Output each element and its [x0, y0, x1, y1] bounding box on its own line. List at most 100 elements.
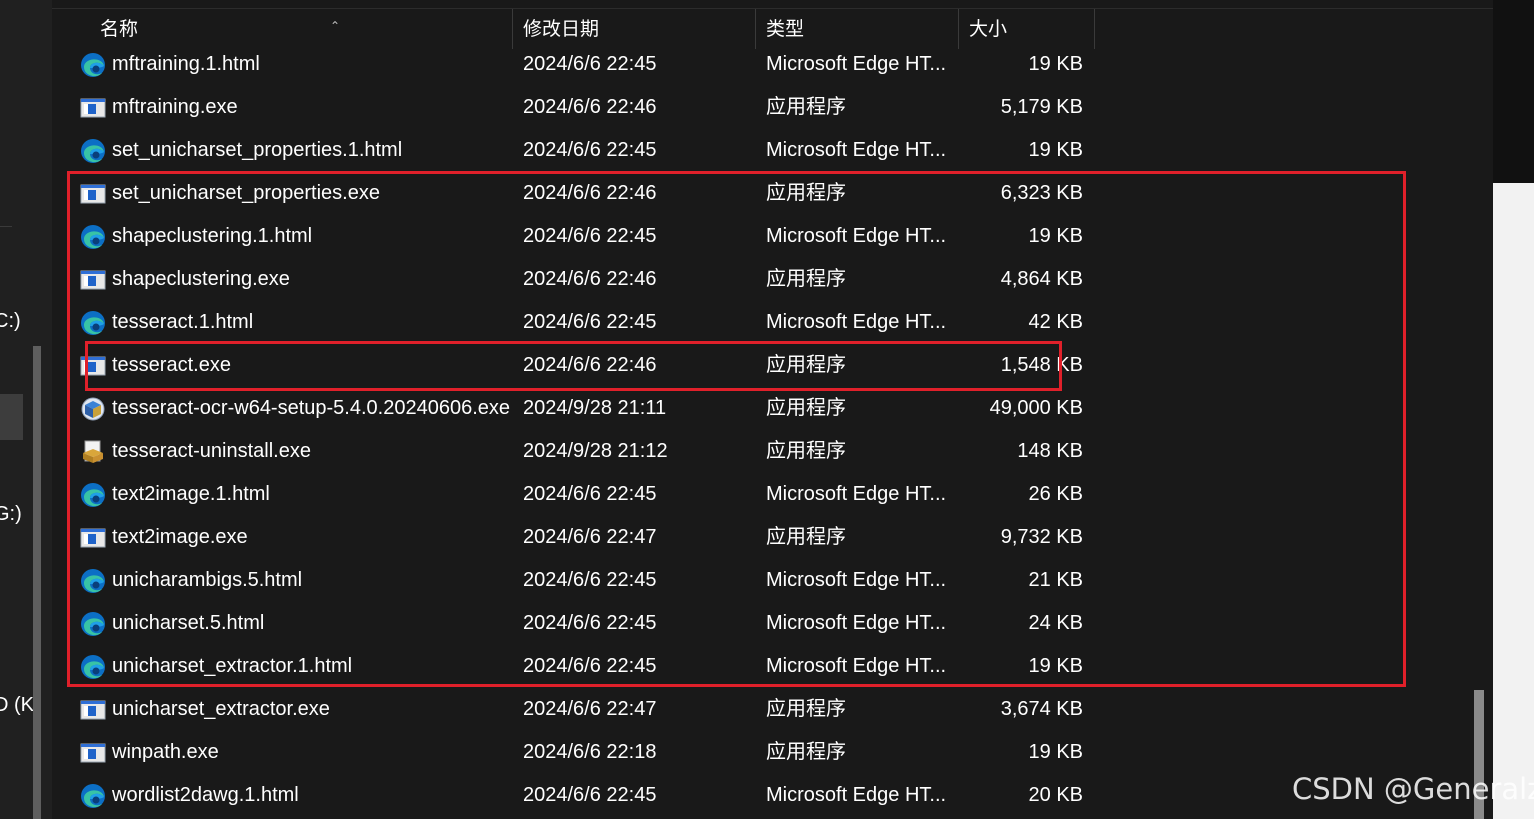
edge-icon: [80, 568, 106, 594]
nav-drive-c[interactable]: C:): [0, 310, 21, 333]
file-date: 2024/6/6 22:45: [523, 655, 657, 677]
file-type: 应用程序: [766, 96, 846, 118]
file-type: Microsoft Edge HT...: [766, 225, 947, 247]
edge-icon: [80, 654, 106, 680]
file-size: 3,674 KB: [1000, 698, 1083, 720]
file-size: 19 KB: [1028, 741, 1083, 763]
edge-icon: [80, 52, 106, 78]
file-date: 2024/6/6 22:45: [523, 225, 657, 247]
file-row[interactable]: tesseract-uninstall.exe 2024/9/28 21:12 应用…: [52, 430, 1493, 473]
file-row[interactable]: set_unicharset_properties.1.html 2024/6/6…: [52, 129, 1493, 172]
file-size: 6,323 KB: [1000, 182, 1083, 204]
exe-icon: [80, 697, 106, 723]
file-size: 21 KB: [1028, 569, 1083, 591]
file-row[interactable]: mftraining.exe 2024/6/6 22:46 应用程序 5,179 KB: [52, 86, 1493, 129]
file-date: 2024/6/6 22:45: [523, 311, 657, 333]
file-size: 49,000 KB: [989, 397, 1083, 419]
background-window: [1493, 183, 1534, 819]
edge-icon: [80, 482, 106, 508]
file-date: 2024/6/6 22:45: [523, 612, 657, 634]
file-size: 5,179 KB: [1000, 96, 1083, 118]
edge-icon: [80, 611, 106, 637]
file-type: 应用程序: [766, 397, 846, 419]
file-name: unicharset.5.html: [112, 612, 265, 634]
window-edge-dark: [1493, 0, 1534, 183]
file-date: 2024/6/6 22:46: [523, 354, 657, 376]
file-name: tesseract-uninstall.exe: [112, 440, 311, 462]
file-date: 2024/9/28 21:12: [523, 440, 668, 462]
file-row[interactable]: tesseract-ocr-w64-setup-5.4.0.20240606.e…: [52, 387, 1493, 430]
file-row[interactable]: shapeclustering.1.html 2024/6/6 22:45 Micr…: [52, 215, 1493, 258]
file-name: tesseract-ocr-w64-setup-5.4.0.20240606.e…: [112, 397, 511, 419]
file-type: 应用程序: [766, 698, 846, 720]
file-row[interactable]: set_unicharset_properties.exe 2024/6/6 22…: [52, 172, 1493, 215]
file-date: 2024/6/6 22:46: [523, 182, 657, 204]
file-size: 19 KB: [1028, 53, 1083, 75]
file-row[interactable]: winpath.exe 2024/6/6 22:18 应用程序 19 KB: [52, 731, 1493, 774]
file-name: shapeclustering.1.html: [112, 225, 313, 247]
file-name: unicharambigs.5.html: [112, 569, 303, 591]
file-row[interactable]: wordlist2dawg.1.html 2024/6/6 22:45 Micros…: [52, 774, 1493, 817]
file-name: tesseract.exe: [112, 354, 231, 376]
file-type: Microsoft Edge HT...: [766, 139, 947, 161]
file-name: unicharset_extractor.1.html: [112, 655, 353, 677]
exe-icon: [80, 181, 106, 207]
nav-divider: [0, 226, 12, 227]
file-type: 应用程序: [766, 741, 846, 763]
file-name: text2image.1.html: [112, 483, 270, 505]
navigation-pane: C:) G:) D (K: [0, 0, 52, 819]
exe-icon: [80, 740, 106, 766]
file-row[interactable]: unicharset.5.html 2024/6/6 22:45 Microsoft…: [52, 602, 1493, 645]
column-header-name-label: 名称: [100, 19, 139, 40]
file-row[interactable]: tesseract.1.html 2024/6/6 22:45 Microsoft …: [52, 301, 1493, 344]
file-type: Microsoft Edge HT...: [766, 784, 947, 806]
toolbar-edge: [52, 0, 1493, 9]
file-type: Microsoft Edge HT...: [766, 655, 947, 677]
file-size: 19 KB: [1028, 225, 1083, 247]
file-size: 19 KB: [1028, 139, 1083, 161]
file-date: 2024/6/6 22:45: [523, 483, 657, 505]
file-row[interactable]: shapeclustering.exe 2024/6/6 22:46 应用程序 4,8…: [52, 258, 1493, 301]
file-size: 4,864 KB: [1000, 268, 1083, 290]
file-row[interactable]: tesseract.exe 2024/6/6 22:46 应用程序 1,548 KB: [52, 344, 1493, 387]
file-type: Microsoft Edge HT...: [766, 569, 947, 591]
file-date: 2024/6/6 22:46: [523, 268, 657, 290]
nav-drive-g[interactable]: G:): [0, 503, 22, 526]
edge-icon: [80, 783, 106, 809]
exe-icon: [80, 267, 106, 293]
file-date: 2024/6/6 22:18: [523, 741, 657, 763]
file-row[interactable]: text2image.1.html 2024/6/6 22:45 Microsoft…: [52, 473, 1493, 516]
exe-icon: [80, 353, 106, 379]
file-date: 2024/6/6 22:46: [523, 96, 657, 118]
edge-icon: [80, 224, 106, 250]
exe-icon: [80, 95, 106, 121]
file-row[interactable]: unicharambigs.5.html 2024/6/6 22:45 Micros…: [52, 559, 1493, 602]
edge-icon: [80, 138, 106, 164]
file-name: set_unicharset_properties.1.html: [112, 139, 403, 161]
exe-icon: [80, 525, 106, 551]
file-name: unicharset_extractor.exe: [112, 698, 330, 720]
file-type: 应用程序: [766, 182, 846, 204]
file-size: 42 KB: [1028, 311, 1083, 333]
file-name: mftraining.exe: [112, 96, 238, 118]
file-row[interactable]: mftraining.1.html 2024/6/6 22:45 Microsoft…: [52, 43, 1493, 86]
file-date: 2024/6/6 22:47: [523, 526, 657, 548]
nav-drive-d[interactable]: D (K: [0, 694, 34, 717]
sort-ascending-icon: ⌃: [330, 19, 341, 33]
nav-scrollbar[interactable]: [33, 346, 41, 819]
file-type: 应用程序: [766, 268, 846, 290]
file-type: Microsoft Edge HT...: [766, 53, 947, 75]
file-type: 应用程序: [766, 526, 846, 548]
file-row[interactable]: text2image.exe 2024/6/6 22:47 应用程序 9,732 KB: [52, 516, 1493, 559]
nav-selected-item[interactable]: [0, 394, 23, 440]
file-size: 1,548 KB: [1000, 354, 1083, 376]
file-type: 应用程序: [766, 440, 846, 462]
file-row[interactable]: unicharset_extractor.1.html 2024/6/6 22:4…: [52, 645, 1493, 688]
file-name: shapeclustering.exe: [112, 268, 290, 290]
file-name: wordlist2dawg.1.html: [112, 784, 299, 806]
file-size: 20 KB: [1028, 784, 1083, 806]
file-date: 2024/9/28 21:11: [523, 397, 667, 419]
file-type: Microsoft Edge HT...: [766, 311, 947, 333]
file-row[interactable]: unicharset_extractor.exe 2024/6/6 22:47 应用…: [52, 688, 1493, 731]
file-type: Microsoft Edge HT...: [766, 483, 947, 505]
